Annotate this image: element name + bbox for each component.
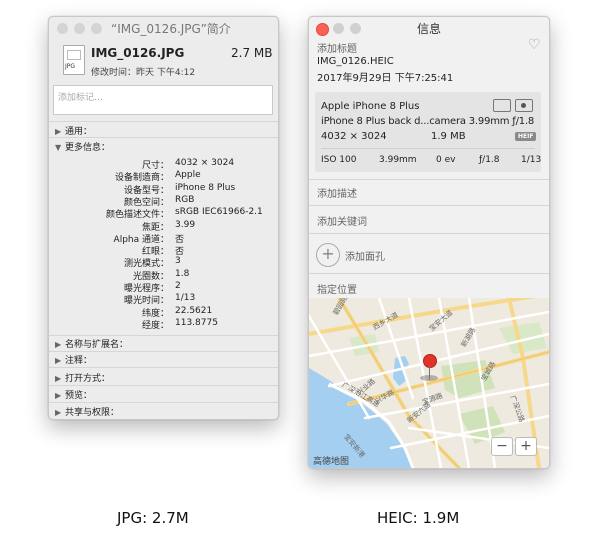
file-name: IMG_0126.JPG [91,46,185,60]
file-icon-label: JPG [65,63,76,70]
info-row-label: 曝光时间： [123,296,169,307]
add-keywords-field[interactable]: 添加关键词 [317,213,367,228]
info-row-label: 设备制造商： [114,173,169,184]
section-more-info[interactable]: ▼ 更多信息： [55,140,110,153]
location-pin-icon[interactable] [423,354,437,368]
location-map[interactable]: 碧园路 西乡大道 宝安大道 新湖路 兴业路 兴华路 宝源路 新安六路 宝城路 广深公路 广深沿江高速… [309,298,549,468]
info-row-label: 红眼： [141,247,169,258]
info-row-label: 纬度： [141,308,169,319]
disclosure-right-icon: ▶ [55,127,62,136]
add-description-field[interactable]: 添加描述 [317,185,357,200]
info-row-label: 经度： [141,320,169,331]
section-name-ext[interactable]: ▶ 名称与扩展名： [55,337,128,350]
exif-iso: ISO 100 [321,155,357,165]
jpg-file-icon: JPG [63,45,85,75]
window-title: “IMG_0126.JPG”简介 [111,22,231,36]
zoom-in-button[interactable]: + [515,437,537,456]
info-row-value: 1/13 [175,293,196,304]
info-row-value: 2 [175,281,181,291]
info-row-value: 3.99 [175,219,196,230]
camera-info-card: Apple iPhone 8 Plus iPhone 8 Plus back d… [315,92,541,172]
info-row-value: iPhone 8 Plus [175,182,236,193]
info-row-value: 22.5621 [175,305,213,316]
device-name: Apple iPhone 8 Plus [321,101,420,112]
info-row-label: 颜色空间： [123,197,169,208]
format-badge: HEIF [515,132,537,141]
zoom-button[interactable] [350,23,361,34]
info-row-value: RGB [175,194,195,205]
file-size: 2.7 MB [231,46,273,60]
disclosure-right-icon: ▶ [55,374,62,383]
heic-file-name: IMG_0126.HEIC [317,56,394,67]
heic-info-window: 信息 添加标题 ♡ IMG_0126.HEIC 2017年9月29日 下午7:2… [308,16,550,469]
section-comments[interactable]: ▶ 注释： [55,353,92,366]
info-row-value: 4032 × 3024 [175,158,235,168]
window-titlebar: 信息 [309,17,549,38]
disclosure-right-icon: ▶ [55,408,62,417]
info-row-value: Apple [175,170,201,181]
image-size: 1.9 MB [431,131,466,142]
disclosure-right-icon: ▶ [55,340,62,349]
image-dimensions: 4032 × 3024 [321,131,387,142]
add-title-field[interactable]: 添加标题 [317,40,357,55]
window-titlebar: “IMG_0126.JPG”简介 [49,17,278,38]
disclosure-right-icon: ▶ [55,356,62,365]
exif-exposure-bias: 0 ev [436,155,456,165]
section-preview[interactable]: ▶ 预览： [55,388,92,401]
window-title: 信息 [417,22,442,36]
info-row-label: 尺寸： [141,161,169,171]
minimize-button[interactable] [333,23,344,34]
info-row-label: 焦距： [141,222,169,233]
assign-location-field[interactable]: 指定位置 [317,281,357,296]
section-open-with[interactable]: ▶ 打开方式： [55,371,110,384]
close-button[interactable] [316,23,329,36]
exif-aperture: ƒ/1.8 [479,155,500,165]
zoom-out-button[interactable]: − [491,437,513,456]
section-sharing[interactable]: ▶ 共享与权限： [55,405,119,418]
info-row-label: Alpha 通道： [113,234,169,245]
section-general[interactable]: ▶ 通用： [55,124,92,137]
tags-input[interactable]: 添加标记… [53,85,273,115]
info-row-label: 颜色描述文件： [105,210,169,221]
info-row-value: 否 [175,234,185,245]
capture-date: 2017年9月29日 下午7:25:41 [317,73,454,84]
jpg-info-window: “IMG_0126.JPG”简介 JPG IMG_0126.JPG 2.7 MB… [48,16,279,420]
add-faces-label[interactable]: 添加面孔 [345,248,385,263]
modified-date: 修改时间：昨天 下午4:12 [91,68,196,78]
zoom-button[interactable] [91,23,102,34]
add-face-button[interactable]: + [316,243,340,267]
camera-lens: iPhone 8 Plus back d...camera 3.99mm ƒ/1… [321,116,535,127]
exif-shutter: 1/13 [521,155,542,165]
more-info-list: 尺寸： 4032 × 3024 设备制造商： Apple 设备型号： iPhone 8 P… [49,158,278,333]
exif-focal-length: 3.99mm [379,155,417,165]
info-row-label: 测光模式： [123,259,169,270]
disclosure-down-icon: ▼ [55,143,62,152]
close-button[interactable] [57,23,68,34]
info-row-value: 否 [175,247,185,258]
heart-icon[interactable]: ♡ [528,37,541,53]
info-row-label: 曝光程序： [123,284,169,294]
info-row-value: 1.8 [175,268,190,279]
minimize-button[interactable] [74,23,85,34]
info-row-value: sRGB IEC61966-2.1 [175,207,263,218]
live-photo-icon [493,99,511,112]
tags-placeholder: 添加标记… [58,93,104,103]
info-row-value: 113.8775 [175,317,218,328]
heic-caption: HEIC: 1.9M [377,509,460,527]
location-pin-stem [429,366,430,380]
jpg-caption: JPG: 2.7M [117,509,189,527]
camera-lens-icon [515,99,533,112]
info-row-value: 3 [175,256,181,267]
disclosure-right-icon: ▶ [55,391,62,400]
plus-icon: + [321,244,335,263]
info-row-label: 设备型号： [123,185,169,196]
info-row-label: 光圈数： [132,271,169,282]
map-attribution: 高德地图 [313,457,350,467]
